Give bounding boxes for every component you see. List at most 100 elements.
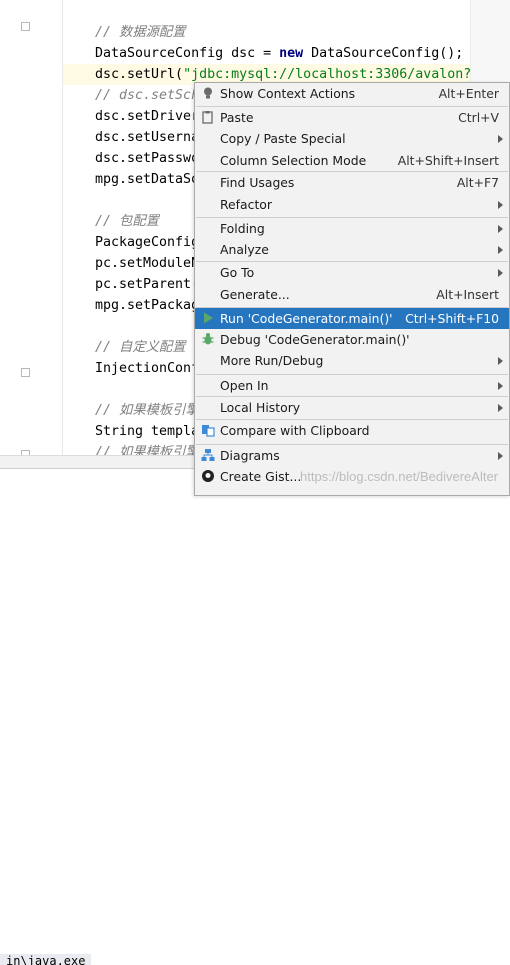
menu-item-folding[interactable]: Folding [195, 218, 509, 239]
code-line[interactable]: // 如果模板引擎 [95, 400, 199, 421]
menu-item-shortcut: Alt+Shift+Insert [397, 153, 499, 168]
code-text: DataSourceConfig dsc = [95, 46, 280, 61]
menu-item-label: Folding [220, 221, 265, 236]
editor-context-menu: Show Context Actions Alt+Enter Paste Ctrl+V… [194, 82, 510, 496]
code-line[interactable]: dsc.setDriver [95, 106, 199, 127]
code-text: InjectionConf [95, 361, 200, 376]
submenu-arrow-icon [498, 269, 503, 277]
code-comment: // 如果模板引擎 [95, 403, 199, 418]
submenu-arrow-icon [498, 201, 503, 209]
menu-item-debug-code-generator[interactable]: Debug 'CodeGenerator.main()' [195, 329, 509, 350]
debug-icon [201, 332, 215, 346]
bulb-icon [201, 86, 215, 100]
code-line[interactable]: dsc.setPasswo [95, 148, 199, 169]
code-line[interactable]: // 数据源配置 [95, 22, 186, 43]
menu-item-label: Compare with Clipboard [220, 423, 370, 438]
menu-item-label: Local History [220, 400, 301, 415]
code-text: dsc.setDriver [95, 109, 200, 124]
menu-item-more-run-debug[interactable]: More Run/Debug [195, 350, 509, 371]
menu-item-label: Generate... [220, 287, 290, 302]
menu-item-go-to[interactable]: Go To [195, 262, 509, 283]
run-tab-label: in\java.exe [6, 954, 86, 965]
code-line[interactable]: pc.setParent( [95, 274, 199, 295]
code-text: mpg.setPackag [95, 298, 200, 313]
menu-item-compare-with-clipboard[interactable]: Compare with Clipboard [195, 420, 509, 441]
code-line[interactable]: // dsc.setSch [95, 85, 199, 106]
code-text: pc.setParent( [95, 277, 200, 292]
code-line[interactable]: DataSourceConfig dsc = new DataSourceCon… [95, 43, 463, 64]
paste-icon [201, 110, 215, 124]
code-text: dsc.setUserna [95, 130, 200, 145]
watermark: https://blog.csdn.net/BedivereAlter [300, 469, 499, 484]
fold-marker-icon[interactable] [21, 22, 30, 31]
menu-item-run-code-generator[interactable]: Run 'CodeGenerator.main()' Ctrl+Shift+F10 [195, 308, 509, 329]
code-line[interactable]: PackageConfig [95, 232, 199, 253]
menu-item-local-history[interactable]: Local History [195, 397, 509, 418]
menu-item-copy-paste-special[interactable]: Copy / Paste Special [195, 128, 509, 149]
code-comment: // 如果模板引擎 [95, 445, 199, 455]
menu-item-refactor[interactable]: Refactor [195, 194, 509, 215]
code-line[interactable]: pc.setModuleN [95, 253, 199, 274]
editor-gutter [0, 0, 63, 459]
code-line[interactable]: dsc.setUserna [95, 127, 199, 148]
code-comment: // 数据源配置 [95, 25, 186, 40]
code-comment: // 包配置 [95, 214, 159, 229]
code-line[interactable]: mpg.setDataSo [95, 169, 199, 190]
menu-item-label: Go To [220, 265, 255, 280]
menu-item-label: Create Gist... [220, 469, 302, 484]
run-console-tab[interactable]: in\java.exe [0, 954, 92, 965]
run-icon [201, 311, 215, 325]
code-text: mpg.setDataSo [95, 172, 200, 187]
code-text: dsc.setUrl( [95, 67, 184, 82]
code-line[interactable]: String templa [95, 421, 199, 442]
code-text: DataSourceConfig(); [303, 46, 464, 61]
menu-item-label: Open In [220, 378, 269, 393]
menu-item-analyze[interactable]: Analyze [195, 239, 509, 260]
menu-item-shortcut: Alt+Insert [436, 287, 499, 302]
menu-item-label: Debug 'CodeGenerator.main()' [220, 332, 410, 347]
code-text: PackageConfig [95, 235, 200, 250]
code-string: "jdbc:mysql://localhost:3306/avalon?ser [183, 67, 496, 82]
menu-item-shortcut: Ctrl+V [458, 110, 499, 125]
menu-item-paste[interactable]: Paste Ctrl+V [195, 107, 509, 128]
menu-item-show-context-actions[interactable]: Show Context Actions Alt+Enter [195, 83, 509, 104]
code-line[interactable]: mpg.setPackag [95, 295, 199, 316]
menu-item-label: Paste [220, 110, 254, 125]
menu-item-label: Find Usages [220, 175, 295, 190]
menu-item-label: Column Selection Mode [220, 153, 367, 168]
menu-item-find-usages[interactable]: Find Usages Alt+F7 [195, 172, 509, 193]
menu-item-column-selection-mode[interactable]: Column Selection Mode Alt+Shift+Insert [195, 150, 509, 171]
submenu-arrow-icon [498, 357, 503, 365]
menu-item-shortcut: Alt+Enter [438, 86, 499, 101]
code-comment: // dsc.setSch [95, 88, 200, 103]
menu-item-label: Analyze [220, 242, 269, 257]
code-text: String templa [95, 424, 200, 439]
code-line[interactable]: // 如果模板引擎 [95, 442, 199, 455]
submenu-arrow-icon [498, 452, 503, 460]
menu-item-open-in[interactable]: Open In [195, 375, 509, 396]
menu-item-generate[interactable]: Generate... Alt+Insert [195, 284, 509, 305]
code-line[interactable]: // 自定义配置 [95, 337, 186, 358]
fold-marker-icon[interactable] [21, 368, 30, 377]
submenu-arrow-icon [498, 404, 503, 412]
menu-item-shortcut: Ctrl+Shift+F10 [405, 311, 499, 326]
github-icon [201, 469, 215, 483]
code-keyword: new [279, 46, 304, 61]
submenu-arrow-icon [498, 135, 503, 143]
menu-item-shortcut: Alt+F7 [456, 175, 499, 190]
menu-item-label: More Run/Debug [220, 353, 324, 368]
code-comment: // 自定义配置 [95, 340, 186, 355]
code-line[interactable]: InjectionConf [95, 358, 199, 379]
code-text: dsc.setPasswo [95, 151, 200, 166]
code-line[interactable]: // 包配置 [95, 211, 159, 232]
submenu-arrow-icon [498, 225, 503, 233]
submenu-arrow-icon [498, 246, 503, 254]
compare-icon [201, 423, 215, 437]
menu-item-label: Copy / Paste Special [220, 131, 346, 146]
menu-item-label: Refactor [220, 197, 272, 212]
menu-item-label: Run 'CodeGenerator.main()' [220, 311, 393, 326]
diagrams-icon [201, 448, 215, 462]
code-text: pc.setModuleN [95, 256, 200, 271]
submenu-arrow-icon [498, 382, 503, 390]
menu-item-diagrams[interactable]: Diagrams [195, 445, 509, 466]
